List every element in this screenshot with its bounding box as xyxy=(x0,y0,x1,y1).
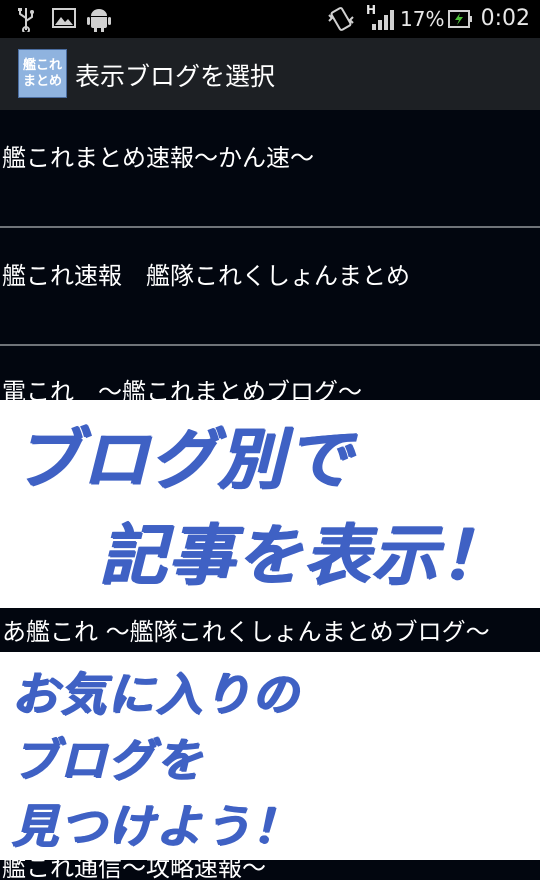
android-icon xyxy=(87,9,111,32)
list-item[interactable]: 電これ 〜艦これまとめブログ〜 xyxy=(0,346,540,406)
list-item[interactable]: 艦これまとめ速報〜かん速〜 xyxy=(0,110,540,226)
usb-icon xyxy=(18,8,34,32)
status-bar: H 17% 0:02 xyxy=(0,0,540,38)
battery-percent: 17% xyxy=(400,7,445,31)
app-icon[interactable]: 艦これ まとめ xyxy=(18,49,67,98)
app-icon-line1: 艦これ xyxy=(22,57,62,73)
battery-charging-icon xyxy=(448,10,472,28)
promo-subline-3: 見つけよう！ xyxy=(12,799,300,853)
list-item-label: 艦これ通信〜攻略速報〜 xyxy=(2,860,266,880)
promo-headline-1: ブログ別で xyxy=(14,421,354,498)
clock: 0:02 xyxy=(480,6,530,31)
list-item[interactable]: あ艦これ 〜艦隊これくしょんまとめブログ〜 xyxy=(0,608,540,652)
promo-headline-2: 記事を表示！ xyxy=(100,517,508,594)
image-icon xyxy=(52,8,76,28)
list-item-label: 艦これまとめ速報〜かん速〜 xyxy=(2,144,314,172)
signal-icon xyxy=(372,10,394,30)
promo-banner-bottom: お気に入りの ブログを 見つけよう！ xyxy=(0,652,540,860)
list-item[interactable]: 艦これ速報 艦隊これくしょんまとめ xyxy=(0,228,540,344)
promo-subline-2: ブログを xyxy=(12,733,204,787)
promo-banner-top: ブログ別で 記事を表示！ xyxy=(0,400,540,608)
promo-subline-1: お気に入りの xyxy=(12,667,300,721)
page-title: 表示ブログを選択 xyxy=(75,62,276,91)
list-item-label: あ艦これ 〜艦隊これくしょんまとめブログ〜 xyxy=(2,618,490,646)
app-icon-line2: まとめ xyxy=(22,73,62,89)
list-item-label: 艦これ速報 艦隊これくしょんまとめ xyxy=(2,262,410,290)
vibrate-icon xyxy=(328,7,354,31)
action-bar: 艦これ まとめ 表示ブログを選択 xyxy=(0,38,540,110)
list-item[interactable]: 艦これ通信〜攻略速報〜 xyxy=(0,860,540,880)
